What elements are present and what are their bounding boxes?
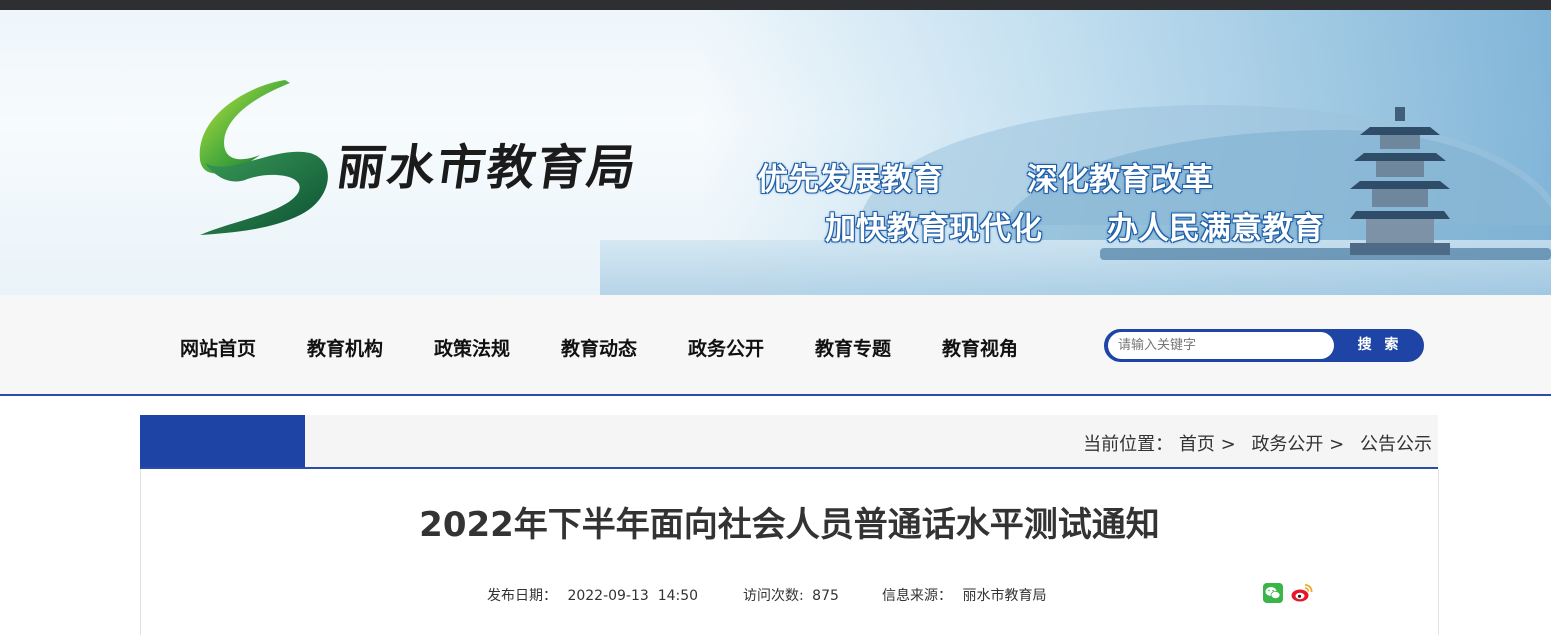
breadcrumb-separator: > [1329, 434, 1345, 455]
lishui-logo-icon [199, 80, 328, 235]
wechat-icon[interactable] [1263, 583, 1283, 603]
breadcrumb: 当前位置： 首页 > 政务公开 > 公告公示 [1083, 430, 1432, 456]
nav-item-policies[interactable]: 政策法规 [434, 334, 510, 361]
info-source-value: 丽水市教育局 [962, 588, 1047, 604]
publish-date: 发布日期： 2022-09-13 14:50 [487, 585, 698, 605]
nav-item-government-affairs[interactable]: 政务公开 [688, 334, 764, 361]
nav-item-institutions[interactable]: 教育机构 [307, 334, 383, 361]
slogan-text: 加快教育现代化 [825, 211, 1042, 247]
slogan-text: 优先发展教育 [757, 162, 943, 198]
publish-date-label: 发布日期： [487, 588, 557, 604]
breadcrumb-prefix: 当前位置： [1083, 434, 1174, 455]
breadcrumb-separator: > [1220, 434, 1236, 455]
nav-item-perspectives[interactable]: 教育视角 [942, 334, 1018, 361]
info-source: 信息来源： 丽水市教育局 [882, 585, 1046, 605]
visit-count-label: 访问次数: [743, 588, 804, 604]
nav-item-news[interactable]: 教育动态 [561, 334, 637, 361]
breadcrumb-bar: 当前位置： 首页 > 政务公开 > 公告公示 [140, 415, 1438, 469]
weibo-icon[interactable] [1291, 583, 1313, 603]
slogan-text: 办人民满意教育 [1107, 211, 1324, 247]
info-source-label: 信息来源： [882, 588, 952, 604]
pagoda-icon [1350, 107, 1450, 255]
article-container: 2022年下半年面向社会人员普通话水平测试通知 发布日期： 2022-09-13… [140, 469, 1439, 635]
nav-item-topics[interactable]: 教育专题 [815, 334, 891, 361]
top-bar [0, 0, 1551, 10]
header-banner: 丽水市教育局 优先发展教育 深化教育改革 加快教育现代化 办人民满意教育 [0, 10, 1551, 295]
search-input[interactable] [1108, 332, 1334, 359]
breadcrumb-link-home[interactable]: 首页 [1179, 434, 1215, 455]
slogan-text: 深化教育改革 [1027, 162, 1213, 198]
main-nav: 网站首页 教育机构 政策法规 教育动态 政务公开 教育专题 教育视角 搜 索 [0, 295, 1551, 396]
visit-count-value: 875 [812, 588, 839, 604]
article-title: 2022年下半年面向社会人员普通话水平测试通知 [419, 505, 1160, 545]
site-name: 丽水市教育局 [333, 140, 642, 196]
visit-count: 访问次数: 875 [743, 585, 839, 605]
search-button[interactable]: 搜 索 [1338, 331, 1422, 360]
breadcrumb-link-government-affairs[interactable]: 政务公开 [1251, 434, 1323, 455]
nav-item-home[interactable]: 网站首页 [180, 334, 256, 361]
breadcrumb-link-announcements[interactable]: 公告公示 [1360, 434, 1432, 455]
publish-date-value: 2022-09-13 14:50 [567, 588, 699, 604]
banner-shore [1100, 248, 1551, 260]
search-box: 搜 索 [1104, 329, 1424, 362]
section-tab-block [140, 415, 305, 467]
